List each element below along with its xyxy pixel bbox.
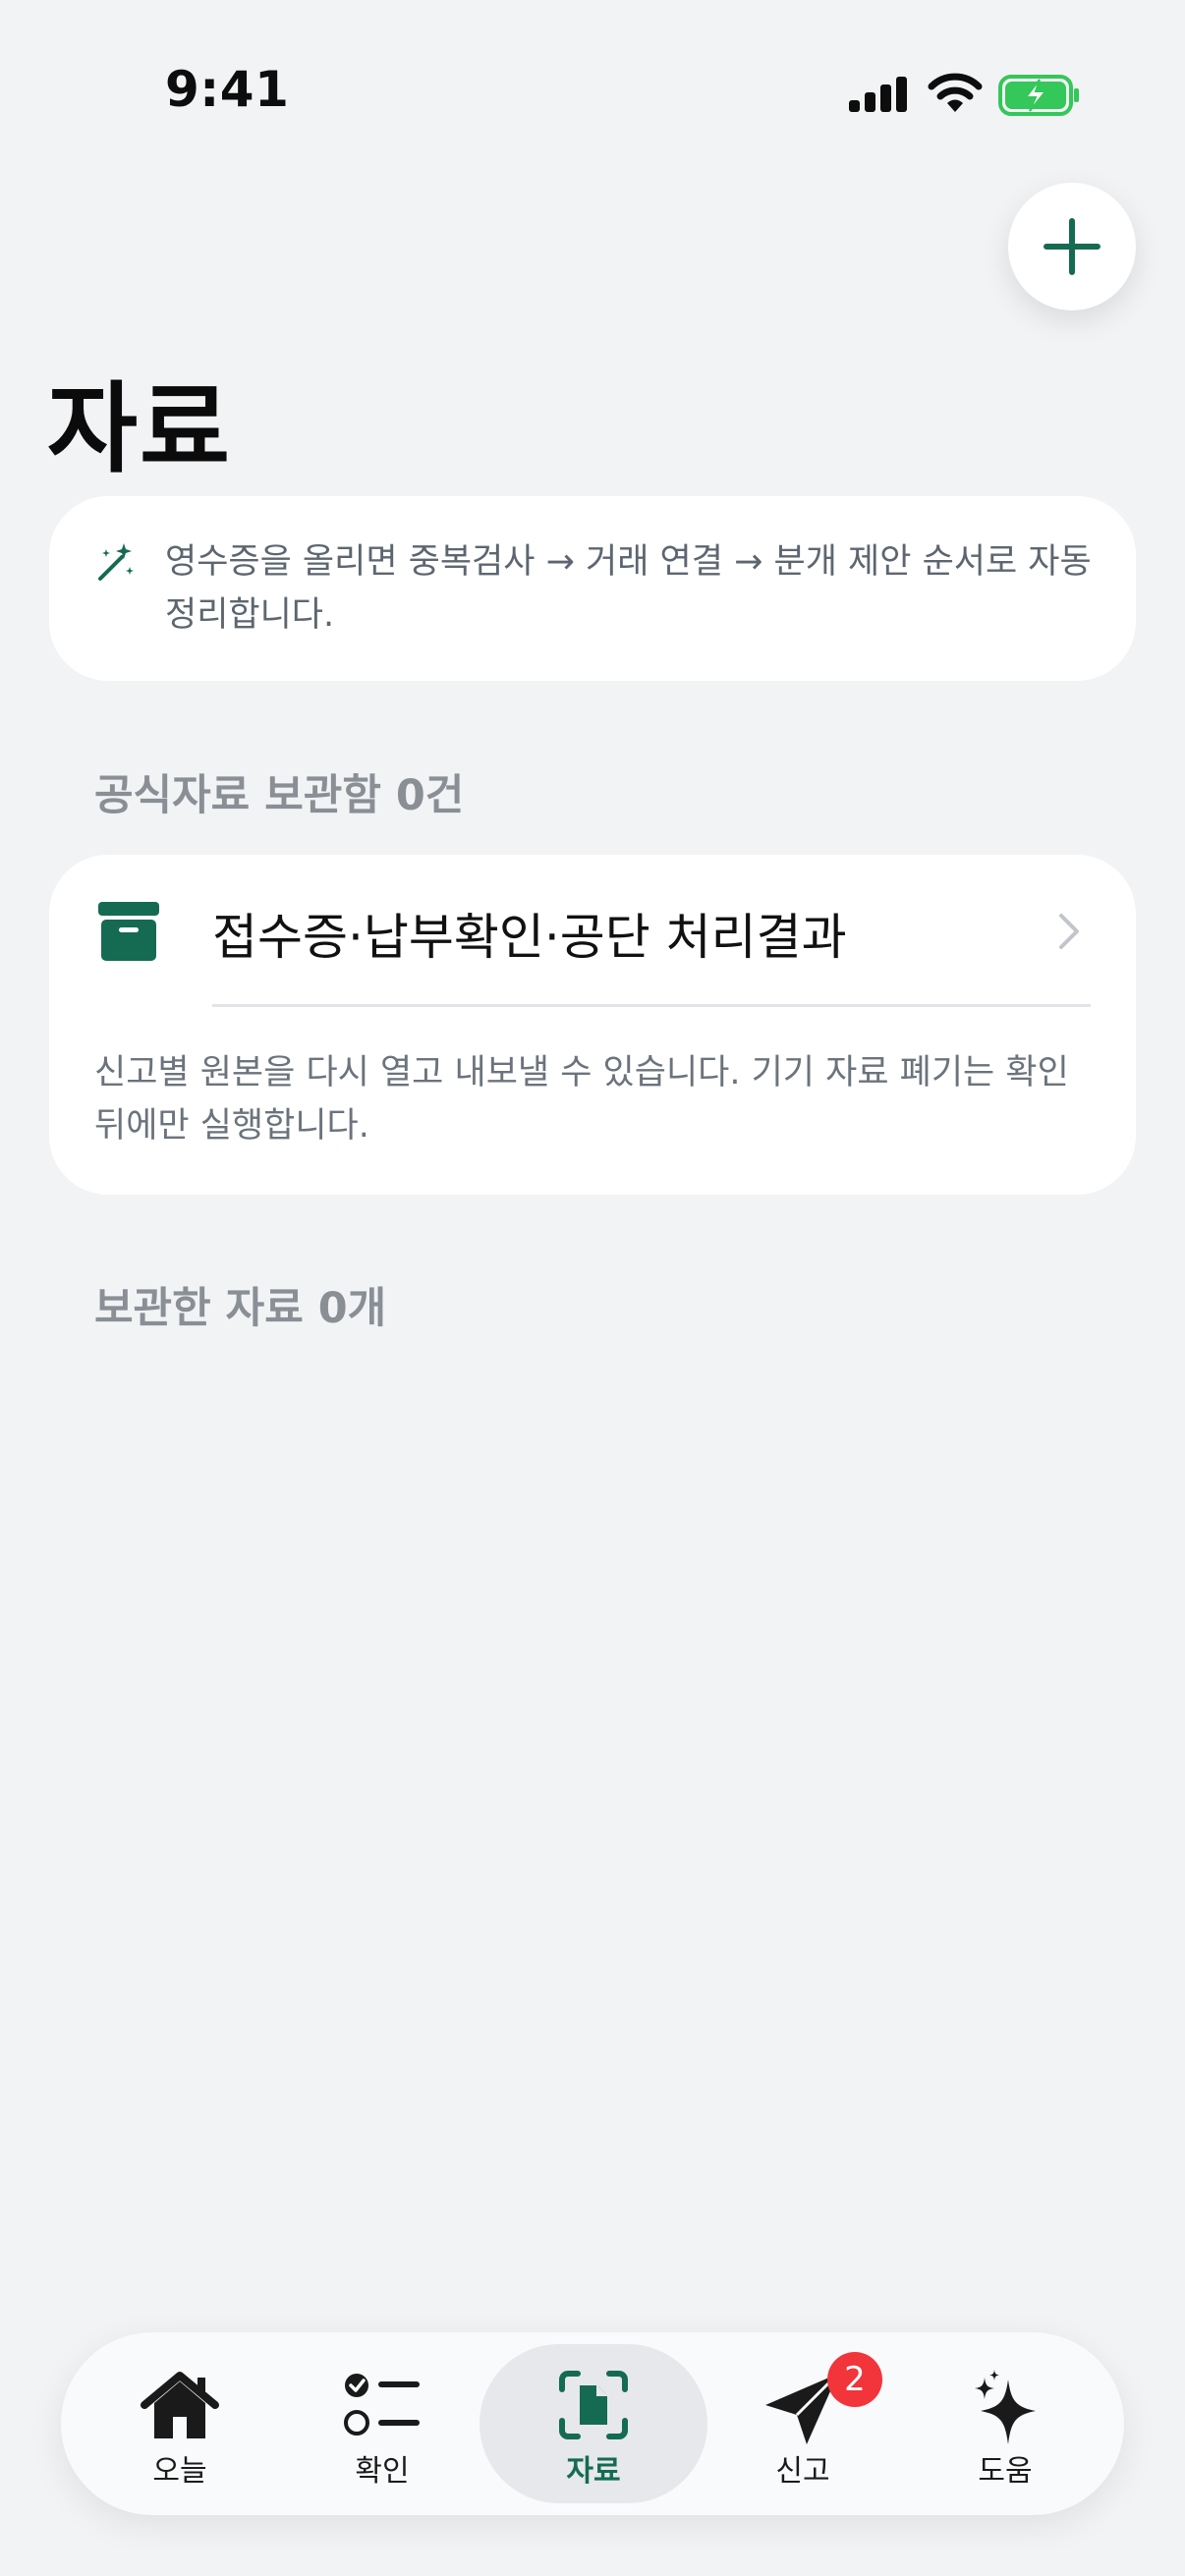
plus-icon [1044,218,1100,275]
notification-badge: 2 [827,2352,882,2407]
divider [212,1004,1091,1007]
official-section-label: 공식자료 보관함 0건 [94,771,465,820]
tab-check[interactable]: 확인 [281,2332,483,2515]
sparkles-icon [975,2370,1036,2444]
status-time: 9:41 [165,61,290,118]
wifi-icon [928,73,983,112]
tab-documents[interactable]: 자료 [492,2332,695,2515]
checklist-icon [344,2374,420,2436]
tab-bar: 오늘 확인 자료 2 신고 도움 [61,2332,1124,2515]
archive-box-icon [98,902,159,961]
official-records-row[interactable]: 접수증·납부확인·공단 처리결과 [49,855,1136,1007]
tab-filing[interactable]: 2 신고 [702,2332,904,2515]
cellular-signal-icon [849,77,907,112]
tip-text: 영수증을 올리면 중복검사 → 거래 연결 → 분개 제안 순서로 자동 정리합… [165,542,1092,635]
saved-section-label: 보관한 자료 0개 [94,1284,387,1333]
tab-label: 신고 [775,2454,830,2489]
add-button[interactable] [1008,183,1136,310]
document-scan-icon [559,2371,628,2439]
house-icon [141,2372,219,2438]
chevron-right-icon [1059,914,1079,949]
tip-card: 영수증을 올리면 중복검사 → 거래 연결 → 분개 제안 순서로 자동 정리합… [49,496,1136,681]
tab-label: 도움 [978,2454,1033,2489]
screen: 9:41 자료 영수증을 올리면 중복검사 → 거래 연결 → 분개 제안 순서… [0,0,1185,2576]
tab-today[interactable]: 오늘 [79,2332,281,2515]
tab-label: 오늘 [152,2454,207,2489]
tab-label: 확인 [355,2454,410,2489]
tab-label: 자료 [566,2454,621,2489]
official-description: 신고별 원본을 다시 열고 내보낼 수 있습니다. 기기 자료 폐기는 확인 뒤… [94,1053,1069,1146]
page-title: 자료 [47,371,232,486]
tab-help[interactable]: 도움 [904,2332,1106,2515]
official-records-label: 접수증·납부확인·공단 처리결과 [212,909,847,966]
magic-wand-icon [98,543,134,581]
battery-charging-icon [998,75,1079,116]
official-card: 접수증·납부확인·공단 처리결과 신고별 원본을 다시 열고 내보낼 수 있습니… [49,855,1136,1195]
